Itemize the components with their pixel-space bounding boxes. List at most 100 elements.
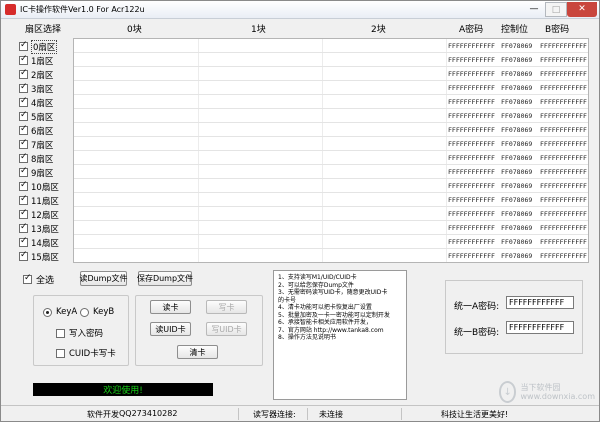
radio-label: KeyB — [93, 307, 115, 317]
header-block-0: 0块 — [127, 25, 142, 35]
minimize-button[interactable]: — — [523, 2, 545, 17]
header-block-2: 2块 — [371, 25, 386, 35]
key-b-cell: FFFFFFFFFFFF — [540, 42, 587, 50]
control-cell: FF078069 — [501, 196, 533, 204]
sector-checkbox[interactable] — [19, 96, 28, 107]
sector-row-8[interactable]: 8扇区 — [19, 152, 71, 165]
sector-checkbox[interactable] — [19, 152, 28, 163]
key-a-cell: FFFFFFFFFFFF — [448, 42, 495, 50]
sector-checkbox[interactable] — [19, 250, 28, 261]
key-a-input[interactable]: FFFFFFFFFFFF — [506, 296, 574, 309]
sector-row-4[interactable]: 4扇区 — [19, 96, 71, 109]
sector-checkbox[interactable] — [19, 54, 28, 65]
key-a-radio[interactable]: KeyA — [43, 307, 77, 317]
header-sector-select: 扇区选择 — [25, 25, 62, 35]
developer-label: 软件开发 — [87, 410, 119, 419]
control-cell: FF078069 — [501, 182, 533, 190]
sector-checkbox[interactable] — [19, 208, 28, 219]
sector-row-2[interactable]: 2扇区 — [19, 68, 71, 81]
checkbox-box — [56, 328, 65, 338]
sector-label: 13扇区 — [31, 224, 59, 235]
control-cell: FF078069 — [501, 224, 533, 232]
sector-checkbox[interactable] — [19, 194, 28, 205]
clear-card-button[interactable]: 清卡 — [177, 345, 218, 359]
key-a-cell: FFFFFFFFFFFF — [448, 112, 495, 120]
grid-row-line — [74, 52, 588, 53]
save-dump-button[interactable]: 保存Dump文件 — [137, 271, 193, 286]
control-cell: FF078069 — [501, 210, 533, 218]
sector-label: 4扇区 — [31, 98, 54, 109]
select-all-checkbox[interactable]: 全选 — [23, 273, 54, 286]
sector-checkbox[interactable] — [19, 110, 28, 121]
read-uid-button[interactable]: 读UID卡 — [150, 322, 191, 336]
select-all-box[interactable] — [23, 273, 32, 284]
write-card-button[interactable]: 写卡 — [206, 300, 247, 314]
grid-row-line — [74, 220, 588, 221]
write-password-checkbox[interactable]: 写入密码 — [56, 327, 103, 339]
sector-checkbox[interactable] — [19, 124, 28, 135]
watermark: ↓ 当下软件园 www.downxia.com — [499, 379, 595, 405]
sector-checkbox[interactable] — [19, 82, 28, 93]
feature-info-box[interactable]: 1、支持读写M1/UID/CUID卡 2、可以给您保存Dump文件 3、无需密码… — [273, 270, 407, 400]
sector-row-6[interactable]: 6扇区 — [19, 124, 71, 137]
sector-row-5[interactable]: 5扇区 — [19, 110, 71, 123]
sector-checkbox[interactable] — [19, 138, 28, 149]
key-b-input[interactable]: FFFFFFFFFFFF — [506, 321, 574, 334]
cuid-write-checkbox[interactable]: CUID卡写卡 — [56, 347, 116, 359]
sector-row-7[interactable]: 7扇区 — [19, 138, 71, 151]
key-b-cell: FFFFFFFFFFFF — [540, 182, 587, 190]
key-a-cell: FFFFFFFFFFFF — [448, 238, 495, 246]
app-window: IC卡操作软件Ver1.0 For Acr122u — □ ✕ 扇区选择 0块 … — [0, 0, 600, 422]
header-key-b: B密码 — [545, 25, 570, 35]
sector-checkbox[interactable] — [19, 40, 28, 51]
sector-row-15[interactable]: 15扇区 — [19, 250, 71, 263]
sector-checkbox[interactable] — [19, 166, 28, 177]
close-button[interactable]: ✕ — [567, 2, 597, 17]
radio-indicator — [43, 307, 52, 317]
sector-row-0[interactable]: 0扇区 — [19, 39, 71, 54]
status-divider — [238, 408, 239, 420]
app-icon — [5, 4, 16, 15]
sector-label: 2扇区 — [31, 70, 54, 81]
control-cell: FF078069 — [501, 238, 533, 246]
sector-row-10[interactable]: 10扇区 — [19, 180, 71, 193]
key-a-cell: FFFFFFFFFFFF — [448, 56, 495, 64]
radio-label: KeyA — [56, 307, 78, 317]
sector-label: 15扇区 — [31, 252, 59, 263]
sector-row-3[interactable]: 3扇区 — [19, 82, 71, 95]
sector-row-9[interactable]: 9扇区 — [19, 166, 71, 179]
key-a-cell: FFFFFFFFFFFF — [448, 210, 495, 218]
unified-key-panel: 统一A密码: FFFFFFFFFFFF 统一B密码: FFFFFFFFFFFF — [445, 280, 583, 354]
developer-qq: QQ273410282 — [119, 409, 178, 418]
sector-data-grid[interactable]: FFFFFFFFFFFF FF078069 FFFFFFFFFFFF FFFFF… — [73, 38, 589, 263]
info-line: 3、无需密码读写UID卡，随意更改UID卡 — [278, 289, 388, 296]
sector-row-13[interactable]: 13扇区 — [19, 222, 71, 235]
read-card-button[interactable]: 读卡 — [150, 300, 191, 314]
header-block-1: 1块 — [251, 25, 266, 35]
sector-row-14[interactable]: 14扇区 — [19, 236, 71, 249]
key-a-cell: FFFFFFFFFFFF — [448, 224, 495, 232]
sector-label: 7扇区 — [31, 140, 54, 151]
sector-checkbox[interactable] — [19, 180, 28, 191]
sector-checkbox[interactable] — [19, 68, 28, 79]
sector-row-11[interactable]: 11扇区 — [19, 194, 71, 207]
key-b-cell: FFFFFFFFFFFF — [540, 224, 587, 232]
title-bar: IC卡操作软件Ver1.0 For Acr122u — □ ✕ — [1, 1, 599, 19]
sector-label: 10扇区 — [31, 182, 59, 193]
key-b-radio[interactable]: KeyB — [80, 307, 114, 317]
sector-checkbox[interactable] — [19, 236, 28, 247]
sector-checkbox[interactable] — [19, 222, 28, 233]
checkbox-label: 写入密码 — [69, 329, 104, 339]
sector-label: 0扇区 — [31, 39, 58, 54]
sector-label: 1扇区 — [31, 56, 54, 67]
maximize-button[interactable]: □ — [545, 2, 567, 17]
write-uid-button[interactable]: 写UID卡 — [206, 322, 247, 336]
sector-row-12[interactable]: 12扇区 — [19, 208, 71, 221]
read-dump-button[interactable]: 读Dump文件 — [79, 271, 128, 286]
sector-label: 9扇区 — [31, 168, 54, 179]
checkbox-label: CUID卡写卡 — [69, 349, 116, 359]
key-b-cell: FFFFFFFFFFFF — [540, 126, 587, 134]
sector-label: 8扇区 — [31, 154, 54, 165]
control-cell: FF078069 — [501, 56, 533, 64]
sector-row-1[interactable]: 1扇区 — [19, 54, 71, 67]
